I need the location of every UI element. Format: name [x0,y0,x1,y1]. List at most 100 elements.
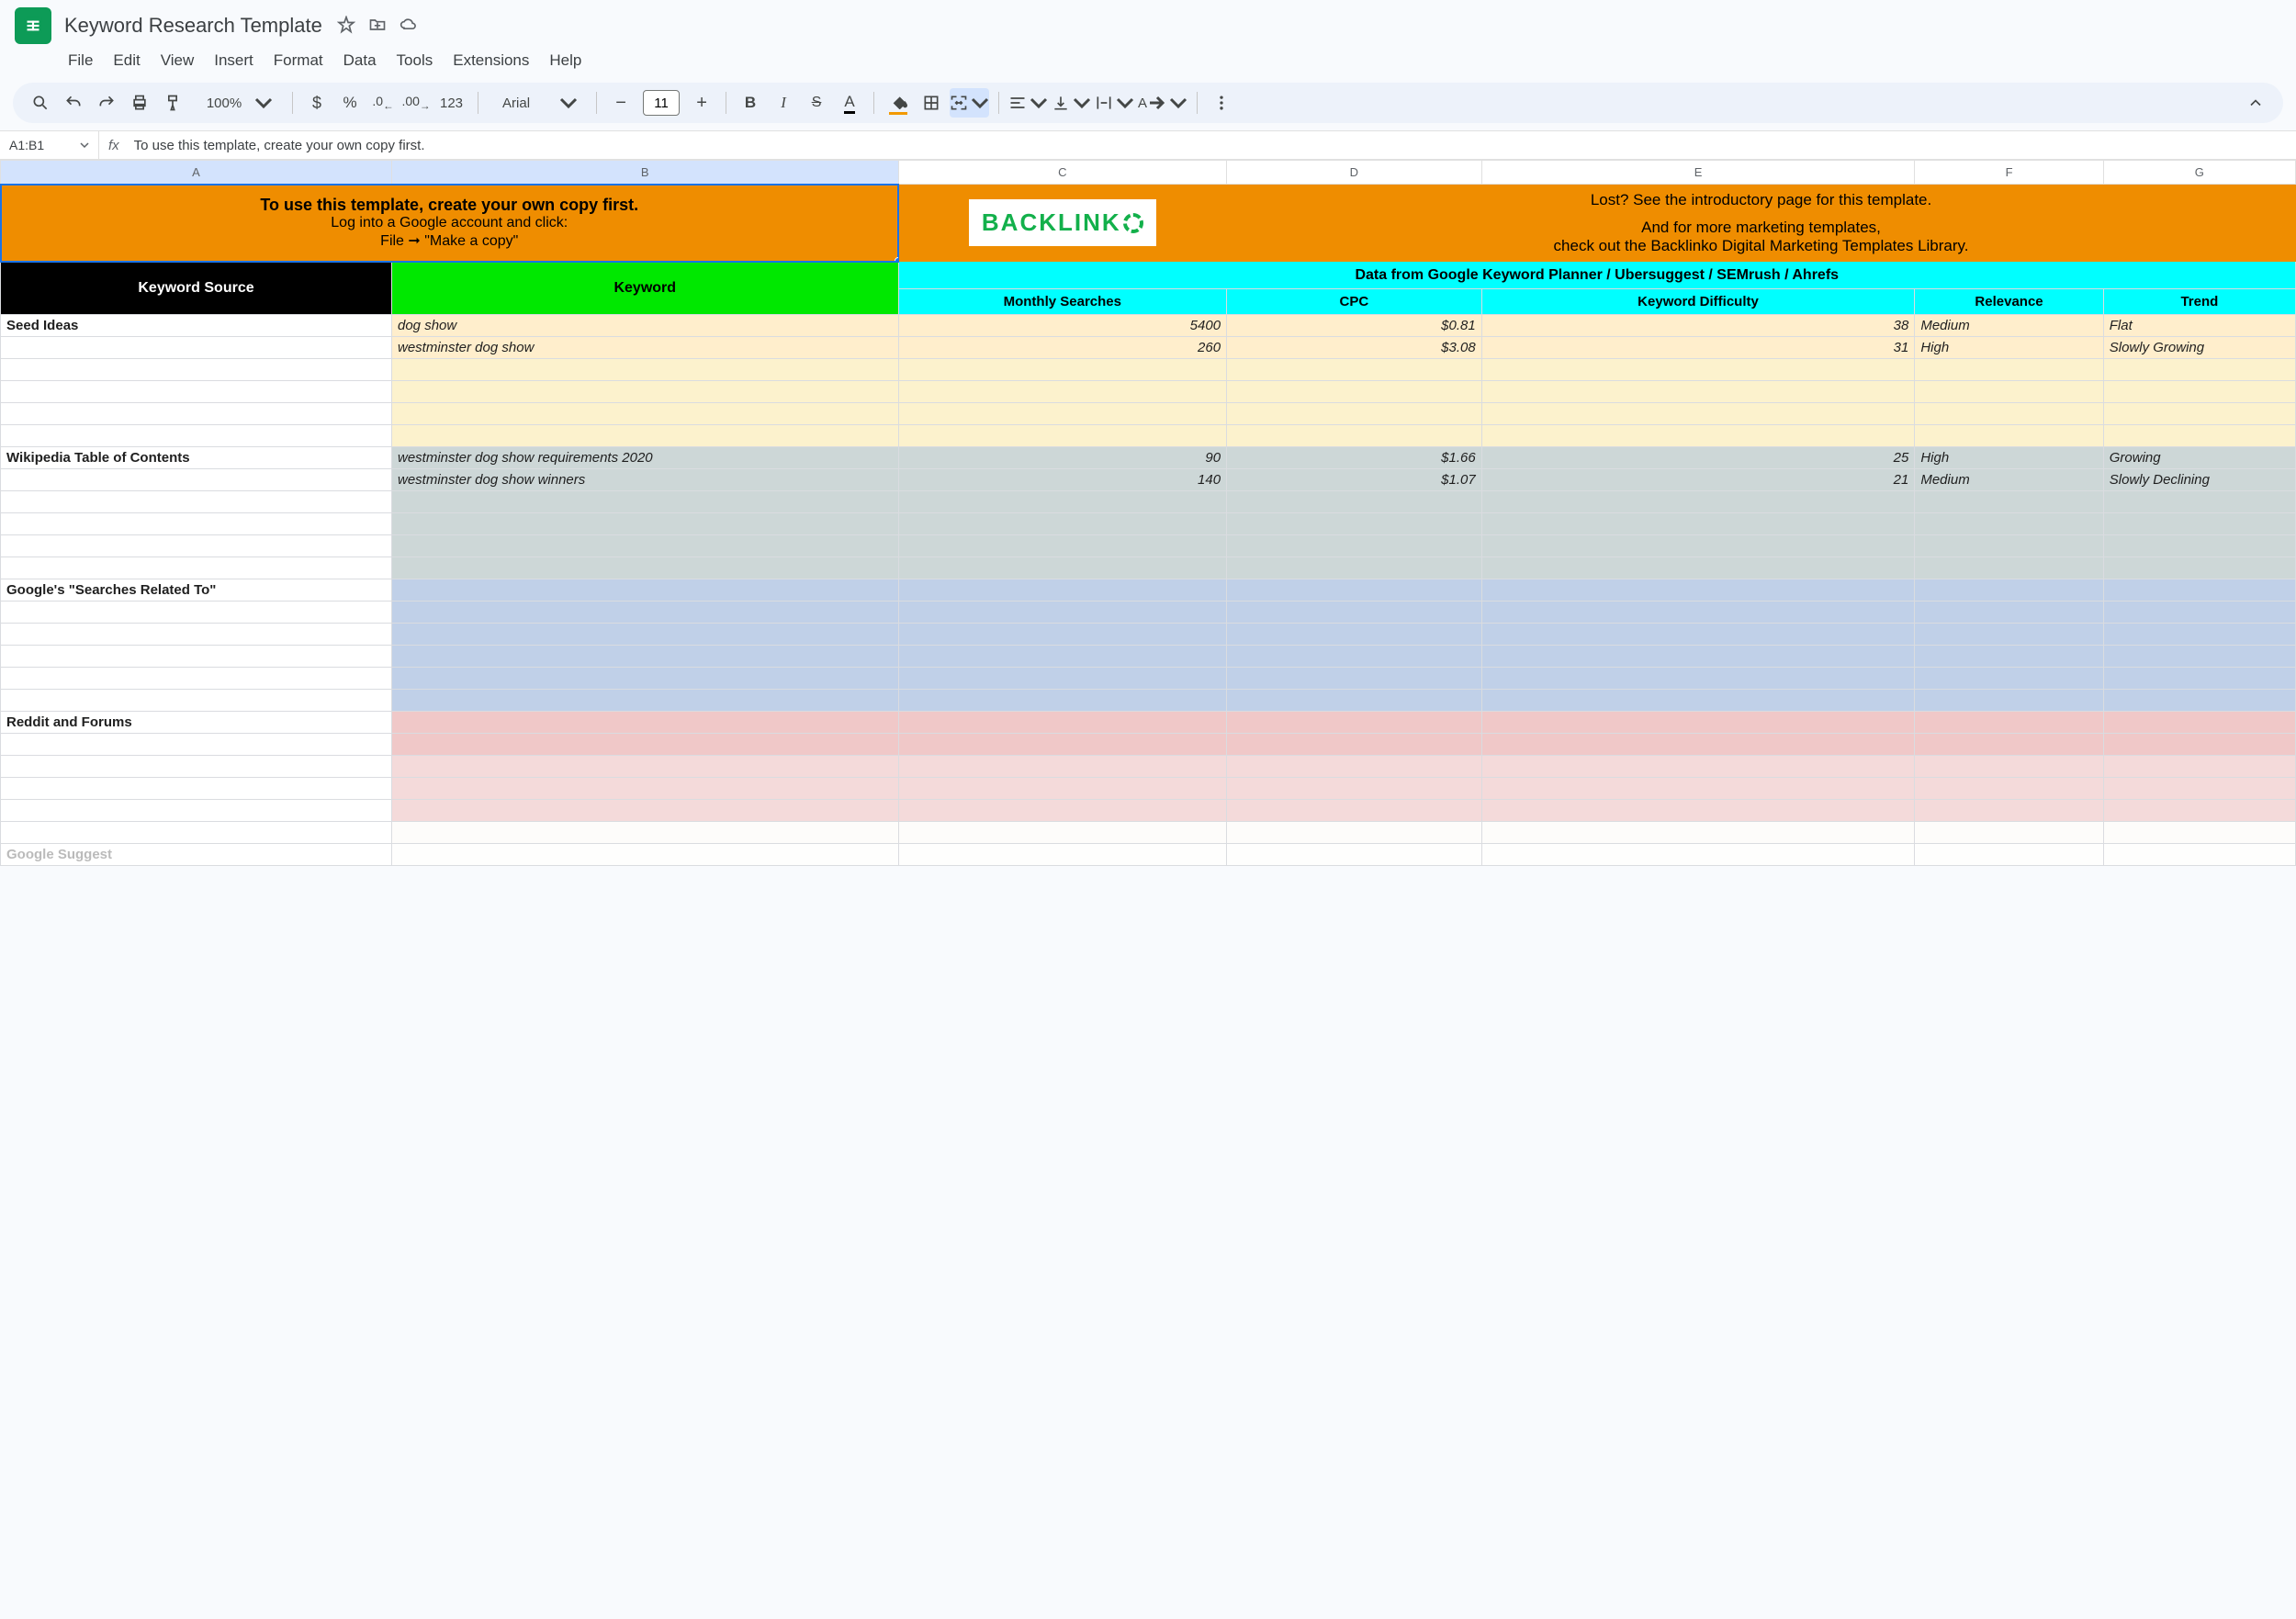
font-size-input[interactable] [643,90,680,116]
borders-icon[interactable] [917,88,946,118]
move-icon[interactable] [368,16,387,37]
print-icon[interactable] [125,88,154,118]
table-cell[interactable] [392,513,899,535]
menu-view[interactable]: View [152,48,204,73]
banner-right-cell[interactable]: Lost? See the introductory page for this… [1227,185,2296,262]
table-cell[interactable] [2103,513,2295,535]
header-data-from[interactable]: Data from Google Keyword Planner / Ubers… [898,262,2295,289]
table-cell[interactable] [392,557,899,579]
increase-font-icon[interactable]: + [687,88,716,118]
decrease-font-icon[interactable]: − [606,88,636,118]
search-menus-icon[interactable] [26,88,55,118]
table-cell[interactable] [1,469,392,491]
table-cell[interactable] [1481,425,1915,447]
section-related[interactable]: Google's "Searches Related To" [1,579,392,602]
table-cell[interactable] [1481,513,1915,535]
col-header-a[interactable]: A [1,161,392,185]
table-cell[interactable] [392,579,899,602]
table-cell[interactable] [1227,359,1482,381]
table-cell[interactable] [1,337,392,359]
percent-icon[interactable]: % [335,88,365,118]
table-cell[interactable] [898,535,1227,557]
table-cell[interactable] [1481,690,1915,712]
more-toolbar-icon[interactable] [1207,88,1236,118]
table-cell[interactable] [1915,646,2103,668]
table-cell[interactable] [392,425,899,447]
table-cell[interactable] [1227,800,1482,822]
table-cell[interactable] [1,668,392,690]
table-cell[interactable] [898,712,1227,734]
table-cell[interactable] [392,668,899,690]
header-difficulty[interactable]: Keyword Difficulty [1481,289,1915,315]
table-cell[interactable] [392,602,899,624]
table-cell[interactable] [1,734,392,756]
table-cell[interactable]: Medium [1915,315,2103,337]
table-cell[interactable] [392,756,899,778]
table-cell[interactable] [392,778,899,800]
table-cell[interactable]: Flat [2103,315,2295,337]
table-cell[interactable] [1915,778,2103,800]
table-cell[interactable] [1,624,392,646]
increase-decimal-icon[interactable]: .00→ [401,88,431,118]
table-cell[interactable] [2103,844,2295,866]
table-cell[interactable] [1915,535,2103,557]
menu-insert[interactable]: Insert [205,48,263,73]
table-cell[interactable] [1227,624,1482,646]
table-cell[interactable] [2103,403,2295,425]
table-cell[interactable] [1481,646,1915,668]
table-cell[interactable] [2103,491,2295,513]
col-header-b[interactable]: B [392,161,899,185]
table-cell[interactable] [392,624,899,646]
column-headers[interactable]: A B C D E F G [1,161,2296,185]
table-cell[interactable] [2103,822,2295,844]
menu-help[interactable]: Help [540,48,591,73]
sheets-app-icon[interactable] [15,7,51,44]
table-cell[interactable] [1481,778,1915,800]
table-cell[interactable] [1915,800,2103,822]
table-cell[interactable] [1227,844,1482,866]
table-cell[interactable] [392,646,899,668]
table-cell[interactable] [1227,513,1482,535]
table-cell[interactable] [392,822,899,844]
header-cpc[interactable]: CPC [1227,289,1482,315]
table-cell[interactable] [1915,844,2103,866]
merge-cells-icon[interactable] [950,88,989,118]
table-cell[interactable] [1915,602,2103,624]
table-cell[interactable] [2103,646,2295,668]
table-cell[interactable] [2103,425,2295,447]
table-cell[interactable] [1915,624,2103,646]
table-cell[interactable] [1227,822,1482,844]
col-header-e[interactable]: E [1481,161,1915,185]
table-cell[interactable]: High [1915,337,2103,359]
table-cell[interactable] [2103,359,2295,381]
table-cell[interactable] [2103,712,2295,734]
table-cell[interactable] [1227,535,1482,557]
text-rotation-icon[interactable]: A [1138,88,1187,118]
table-cell[interactable] [898,579,1227,602]
table-cell[interactable] [2103,690,2295,712]
star-icon[interactable] [337,16,355,37]
cloud-icon[interactable] [400,16,418,37]
table-cell[interactable] [1481,403,1915,425]
menu-file[interactable]: File [59,48,102,73]
section-wikipedia[interactable]: Wikipedia Table of Contents [1,447,392,469]
table-cell[interactable] [1,491,392,513]
table-cell[interactable]: 25 [1481,447,1915,469]
table-cell[interactable] [1481,579,1915,602]
table-cell[interactable] [1227,756,1482,778]
table-cell[interactable] [898,624,1227,646]
redo-icon[interactable] [92,88,121,118]
sheet-grid[interactable]: A B C D E F G To use this template, crea… [0,160,2296,866]
table-cell[interactable] [392,535,899,557]
decrease-decimal-icon[interactable]: .0← [368,88,398,118]
header-keyword[interactable]: Keyword [392,262,899,315]
table-cell[interactable]: 38 [1481,315,1915,337]
table-cell[interactable] [1,513,392,535]
table-cell[interactable] [898,844,1227,866]
horizontal-align-icon[interactable] [1008,88,1048,118]
table-cell[interactable] [1227,778,1482,800]
table-cell[interactable] [1915,425,2103,447]
table-cell[interactable] [1,381,392,403]
table-cell[interactable] [898,557,1227,579]
table-cell[interactable] [1915,712,2103,734]
